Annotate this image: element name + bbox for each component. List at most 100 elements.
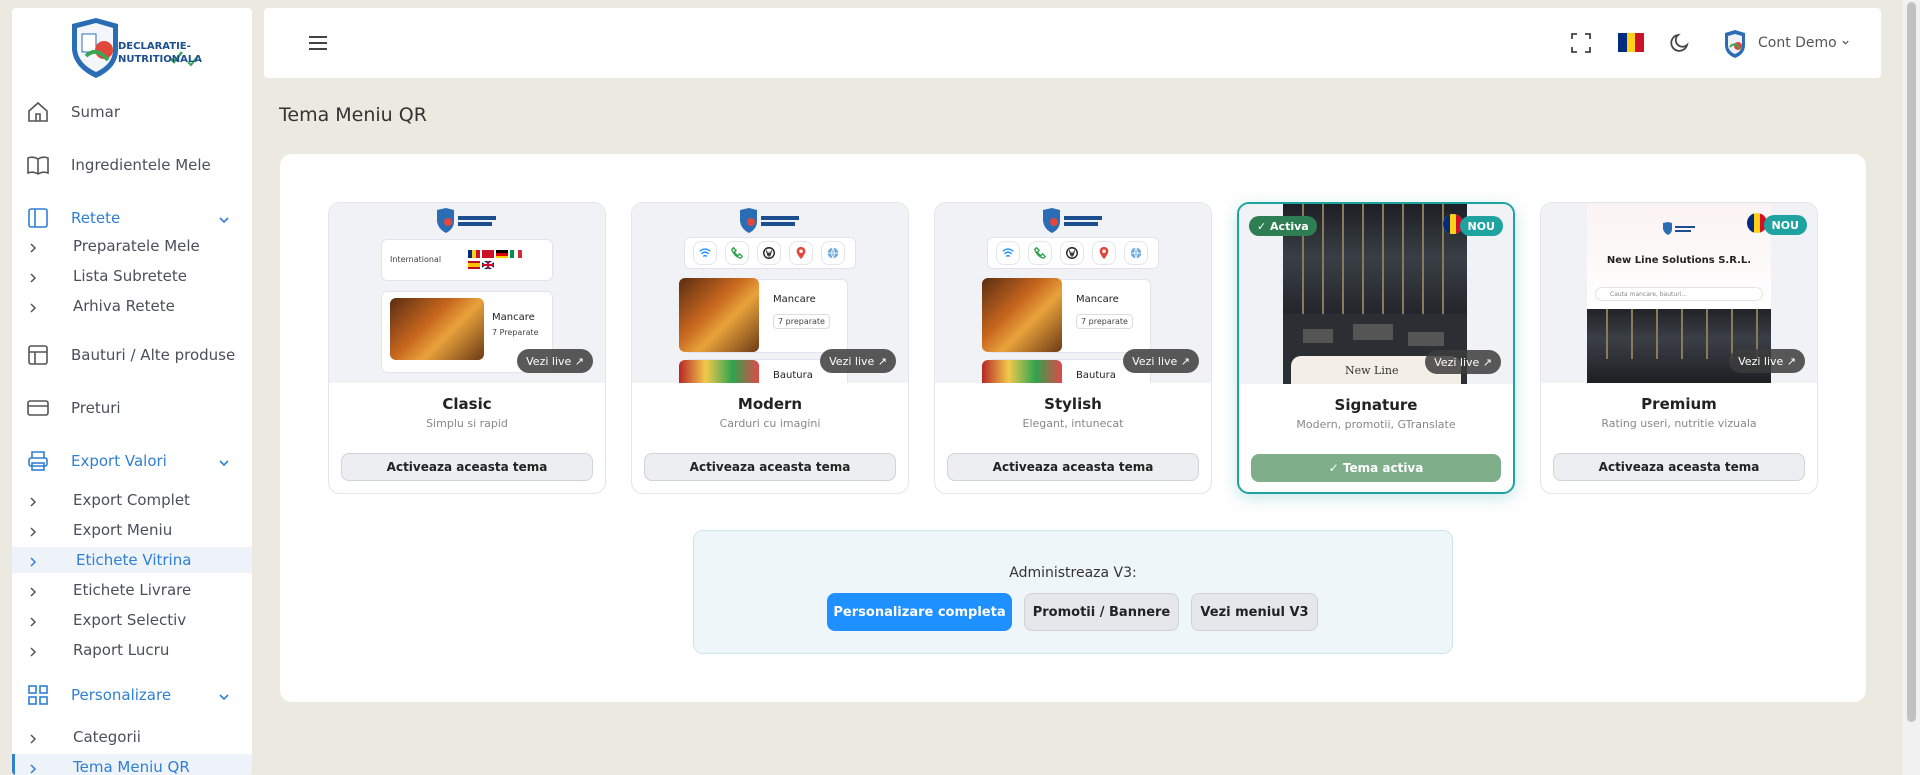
activate-theme-button[interactable]: Activeaza aceasta tema	[947, 453, 1199, 481]
admin-v3-panel: Administreaza V3: Personalizare completa…	[693, 530, 1453, 654]
menu-toggle-icon[interactable]	[308, 34, 328, 52]
sidebar-item-export-valori[interactable]: Export Valori	[12, 446, 252, 476]
wordpress-icon	[757, 241, 781, 265]
theme-description: Rating useri, nutritie vizuala	[1601, 417, 1757, 430]
dark-mode-icon[interactable]	[1669, 32, 1691, 54]
preview-lang-label: International	[390, 255, 442, 264]
sidebar-subitem-subretete[interactable]: Lista Subretete	[12, 263, 252, 289]
preview-brand-name: New Line	[1345, 364, 1399, 377]
view-menu-v3-button[interactable]: Vezi meniul V3	[1191, 593, 1318, 631]
sidebar-subitem-export-selectiv[interactable]: Export Selectiv	[12, 607, 252, 633]
sidebar-subitem-etichete-vitrina[interactable]: Etichete Vitrina	[12, 547, 252, 573]
phone-icon	[1028, 241, 1052, 265]
preview-company-name: New Line Solutions S.R.L.	[1606, 255, 1752, 266]
scrollbar-thumb[interactable]	[1907, 2, 1916, 722]
theme-name: Clasic	[442, 395, 492, 413]
theme-name: Stylish	[1044, 395, 1102, 413]
fullscreen-icon[interactable]	[1570, 32, 1592, 54]
preview-search-bar: Cauta mancare, bauturi...	[1595, 287, 1763, 301]
view-live-button[interactable]: Vezi live ↗	[1425, 350, 1501, 374]
preview-item-count: 7 preparate	[1076, 314, 1133, 329]
book-icon	[26, 153, 50, 177]
sidebar-item-sumar[interactable]: Sumar	[12, 97, 252, 127]
printer-icon	[26, 449, 50, 473]
sidebar-subitem-arhiva[interactable]: Arhiva Retete	[12, 293, 252, 319]
chevron-right-icon	[27, 644, 39, 657]
theme-name: Signature	[1334, 396, 1418, 414]
activate-theme-button[interactable]: Activeaza aceasta tema	[1553, 453, 1805, 481]
view-live-button[interactable]: Vezi live ↗	[517, 349, 593, 373]
sidebar-item-preturi[interactable]: Preturi	[12, 393, 252, 423]
chevron-right-icon	[27, 300, 39, 313]
sidebar-item-label: Bauturi / Alte produse	[71, 346, 236, 364]
activate-theme-button[interactable]: Activeaza aceasta tema	[341, 453, 593, 481]
chevron-right-icon	[27, 584, 39, 597]
globe-icon	[1124, 241, 1148, 265]
sidebar-item-bauturi[interactable]: Bauturi / Alte produse	[12, 340, 252, 370]
flags-icon	[468, 248, 528, 274]
sidebar-subitem-tema-meniu-qr[interactable]: Tema Meniu QR	[12, 754, 252, 775]
active-badge: ✓ Activa	[1249, 216, 1317, 236]
sidebar-item-label: Personalizare	[71, 686, 172, 704]
theme-card-stylish[interactable]: Mancare 7 preparate Bautura Vezi live ↗ …	[934, 202, 1212, 494]
preview-category-card: Mancare 7 preparate	[679, 278, 848, 353]
avatar[interactable]	[1720, 29, 1750, 59]
new-badge: NOU	[1459, 216, 1503, 236]
admin-title: Administreaza V3:	[1009, 565, 1137, 581]
theme-description: Carduri cu imagini	[719, 417, 821, 430]
sidebar-subitem-etichete-livrare[interactable]: Etichete Livrare	[12, 577, 252, 603]
scrollbar[interactable]	[1903, 0, 1920, 775]
food-image	[982, 278, 1062, 352]
chevron-right-icon	[27, 554, 39, 567]
wifi-icon	[693, 241, 717, 265]
sidebar-item-label: Retete	[71, 209, 121, 227]
sidebar-item-personalizare[interactable]: Personalizare	[12, 680, 252, 710]
sidebar-subitem-preparate[interactable]: Preparatele Mele	[12, 233, 252, 259]
sidebar-item-label: Preparatele Mele	[73, 237, 200, 255]
sidebar-item-ingrediente[interactable]: Ingredientele Mele	[12, 150, 252, 180]
active-theme-button[interactable]: ✓ Tema activa	[1251, 454, 1501, 482]
sidebar-subitem-categorii[interactable]: Categorii	[12, 724, 252, 750]
view-live-button[interactable]: Vezi live ↗	[1123, 349, 1199, 373]
account-menu[interactable]: Cont Demo	[1758, 35, 1850, 51]
preview-category-card: Mancare 7 preparate	[982, 278, 1151, 353]
card-icon	[26, 396, 50, 420]
theme-card-modern[interactable]: Mancare 7 preparate Bautura Vezi live ↗ …	[631, 202, 909, 494]
sidebar-subitem-export-complet[interactable]: Export Complet	[12, 487, 252, 513]
new-badge: NOU	[1763, 215, 1807, 235]
chevron-right-icon	[27, 761, 39, 774]
activate-theme-button[interactable]: Activeaza aceasta tema	[644, 453, 896, 481]
layout-icon	[26, 206, 50, 230]
drinks-image	[982, 360, 1062, 383]
chevron-right-icon	[27, 240, 39, 253]
grid-icon	[26, 683, 50, 707]
preview-logo-icon	[437, 208, 496, 233]
sidebar-item-retete[interactable]: Retete	[12, 203, 252, 233]
preview-item-label: Mancare	[492, 312, 535, 323]
wifi-icon	[996, 241, 1020, 265]
preview-item-count: 7 Preparate	[492, 328, 539, 337]
chevron-right-icon	[27, 524, 39, 537]
app-logo[interactable]: DECLARATIE-NUTRITIONALA	[60, 16, 220, 86]
preview-item-label: Mancare	[773, 294, 816, 305]
language-flag-icon[interactable]	[1618, 33, 1645, 52]
customize-full-button[interactable]: Personalizare completa	[827, 593, 1012, 631]
sidebar-subitem-raport-lucru[interactable]: Raport Lucru	[12, 637, 252, 663]
theme-card-clasic[interactable]: International Mancare 7 Preparate Vezi l…	[328, 202, 606, 494]
food-image	[679, 278, 759, 352]
globe-icon	[821, 241, 845, 265]
theme-card-signature[interactable]: New Line ✓ Activa NOU Vezi live ↗ Signat…	[1237, 202, 1515, 494]
view-live-button[interactable]: Vezi live ↗	[1729, 349, 1805, 373]
drinks-image	[679, 360, 759, 383]
theme-card-premium[interactable]: New Line Solutions S.R.L. Cauta mancare,…	[1540, 202, 1818, 494]
sidebar-item-label: Sumar	[71, 103, 120, 121]
location-icon	[789, 241, 813, 265]
view-live-button[interactable]: Vezi live ↗	[820, 349, 896, 373]
wordpress-icon	[1060, 241, 1084, 265]
promotions-banners-button[interactable]: Promotii / Bannere	[1024, 593, 1179, 631]
sidebar-subitem-export-meniu[interactable]: Export Meniu	[12, 517, 252, 543]
sidebar-item-label: Export Valori	[71, 452, 167, 470]
sidebar-item-label: Tema Meniu QR	[73, 758, 190, 775]
sidebar-item-label: Raport Lucru	[73, 641, 170, 659]
theme-description: Simplu si rapid	[426, 417, 508, 430]
